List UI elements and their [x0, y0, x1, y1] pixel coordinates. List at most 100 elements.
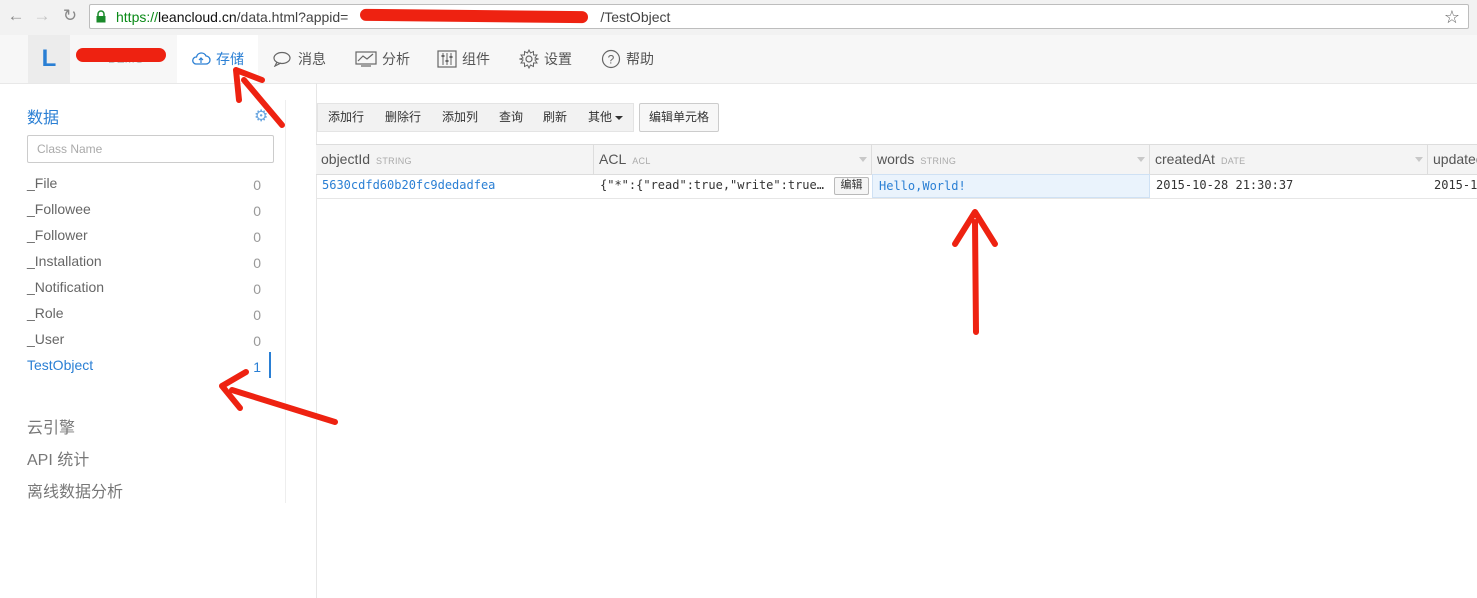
app-logo[interactable]: L [28, 35, 70, 83]
nav-help-label: 帮助 [626, 51, 654, 67]
class-count: 0 [253, 229, 261, 245]
table-header: objectId STRING ACL ACL words STRING create… [316, 144, 1477, 175]
column-header-updatedat[interactable]: updatedAt [1428, 145, 1477, 174]
class-item-installation[interactable]: _Installation 0 [27, 253, 261, 279]
class-item-follower[interactable]: _Follower 0 [27, 227, 261, 253]
column-header-acl[interactable]: ACL ACL [594, 145, 872, 174]
createdat-value: 2015-10-28 21:30:37 [1156, 178, 1294, 192]
class-name: _User [27, 331, 65, 347]
class-name: _Role [27, 305, 64, 321]
add-column-button[interactable]: 添加列 [442, 104, 478, 131]
class-settings-gear-icon[interactable]: ⚙ [254, 106, 268, 126]
acl-value: {"*":{"read":true,"write":true… [600, 178, 824, 192]
column-name: updatedAt [1433, 151, 1477, 167]
column-menu-caret-icon[interactable] [859, 157, 867, 162]
class-count: 0 [253, 203, 261, 219]
class-item-user[interactable]: _User 0 [27, 331, 261, 357]
url-redaction-mark [359, 8, 589, 24]
class-count: 0 [253, 307, 261, 323]
column-name: ACL [599, 151, 627, 167]
nav-storage[interactable]: 存储 [177, 35, 258, 83]
column-header-words[interactable]: words STRING [872, 145, 1150, 174]
class-count: 1 [253, 359, 261, 375]
sidebar-link-cloud-engine[interactable]: 云引擎 [27, 414, 75, 438]
class-name: TestObject [27, 357, 94, 373]
class-name: _File [27, 175, 58, 191]
cell-updatedat[interactable]: 2015-1 [1428, 174, 1477, 198]
nav-settings-label: 设置 [544, 51, 572, 67]
cloud-icon [192, 52, 211, 65]
svg-text:?: ? [608, 52, 615, 66]
class-name: _Followee [27, 201, 91, 217]
query-button[interactable]: 查询 [499, 104, 523, 131]
data-toolbar: 添加行 删除行 添加列 查询 刷新 其他 [317, 103, 634, 132]
help-icon: ? [601, 49, 621, 68]
active-class-indicator [269, 352, 271, 378]
sidebar-link-api-stats[interactable]: API 统计 [27, 446, 89, 470]
table-row[interactable]: 5630cdfd60b20fc9dedadfea {"*":{"read":tr… [316, 174, 1477, 199]
class-count: 0 [253, 255, 261, 271]
words-value: Hello,World! [879, 179, 966, 193]
class-count: 0 [253, 333, 261, 349]
column-menu-caret-icon[interactable] [1415, 157, 1423, 162]
class-item-notification[interactable]: _Notification 0 [27, 279, 261, 305]
delete-row-button[interactable]: 删除行 [385, 104, 421, 131]
nav-analytics-label: 分析 [382, 51, 410, 67]
url-host: leancloud.cn [158, 9, 237, 25]
column-type: STRING [376, 156, 412, 166]
class-item-testobject[interactable]: TestObject 1 [27, 357, 261, 383]
forward-icon[interactable]: → [32, 6, 52, 26]
gear-icon [518, 48, 540, 69]
acl-edit-button[interactable]: 编辑 [834, 177, 869, 195]
other-label: 其他 [588, 110, 613, 124]
nav-components-label: 组件 [462, 51, 490, 67]
column-header-objectid[interactable]: objectId STRING [316, 145, 594, 174]
url-path: /data.html?appid= [236, 9, 349, 25]
app-header: L DEMO 存储 消息 分析 组件 设置 [0, 35, 1477, 84]
url-tail: /TestObject [600, 9, 671, 25]
class-item-followee[interactable]: _Followee 0 [27, 201, 261, 227]
class-name-filter-input[interactable] [27, 135, 274, 163]
nav-analytics[interactable]: 分析 [355, 35, 410, 83]
bookmark-star-icon[interactable]: ☆ [1444, 7, 1460, 28]
class-count: 0 [253, 177, 261, 193]
add-row-button[interactable]: 添加行 [328, 104, 364, 131]
class-item-role[interactable]: _Role 0 [27, 305, 261, 331]
chart-icon [355, 51, 377, 67]
nav-messages[interactable]: 消息 [273, 35, 326, 83]
nav-help[interactable]: ? 帮助 [601, 35, 654, 83]
nav-settings[interactable]: 设置 [518, 35, 572, 83]
edit-cell-button[interactable]: 编辑单元格 [639, 103, 719, 132]
cell-acl[interactable]: {"*":{"read":true,"write":true… [594, 174, 834, 198]
class-item-file[interactable]: _File 0 [27, 175, 261, 201]
reload-icon[interactable]: ↻ [60, 6, 80, 26]
address-bar[interactable]: https://leancloud.cn/data.html?appid= /Te… [89, 4, 1469, 29]
logo-container: L [28, 35, 70, 83]
cell-createdat[interactable]: 2015-10-28 21:30:37 [1150, 174, 1428, 198]
sidebar-title-data[interactable]: 数据 [27, 104, 59, 128]
refresh-button[interactable]: 刷新 [543, 104, 567, 131]
other-dropdown-button[interactable]: 其他 [588, 104, 624, 131]
column-name: words [877, 151, 915, 167]
class-count: 0 [253, 281, 261, 297]
sidebar-divider [285, 100, 286, 503]
chat-icon [273, 51, 291, 68]
back-icon[interactable]: ← [6, 6, 26, 26]
column-name: createdAt [1155, 151, 1215, 167]
column-menu-caret-icon[interactable] [1137, 157, 1145, 162]
column-type: STRING [920, 156, 957, 166]
column-type: DATE [1220, 156, 1246, 166]
cell-words[interactable]: Hello,World! [872, 174, 1150, 198]
class-name: _Installation [27, 253, 102, 269]
lock-icon [96, 10, 106, 23]
nav-messages-label: 消息 [298, 51, 326, 67]
class-name: _Notification [27, 279, 105, 295]
column-type: ACL [632, 156, 651, 166]
column-header-createdat[interactable]: createdAt DATE [1150, 145, 1428, 174]
nav-components[interactable]: 组件 [437, 35, 490, 83]
sidebar-link-offline-analytics[interactable]: 离线数据分析 [27, 478, 123, 502]
updatedat-value: 2015-1 [1434, 178, 1477, 192]
chevron-down-icon [615, 115, 624, 120]
cell-objectid[interactable]: 5630cdfd60b20fc9dedadfea [316, 174, 594, 198]
url-protocol: https:// [116, 9, 159, 25]
